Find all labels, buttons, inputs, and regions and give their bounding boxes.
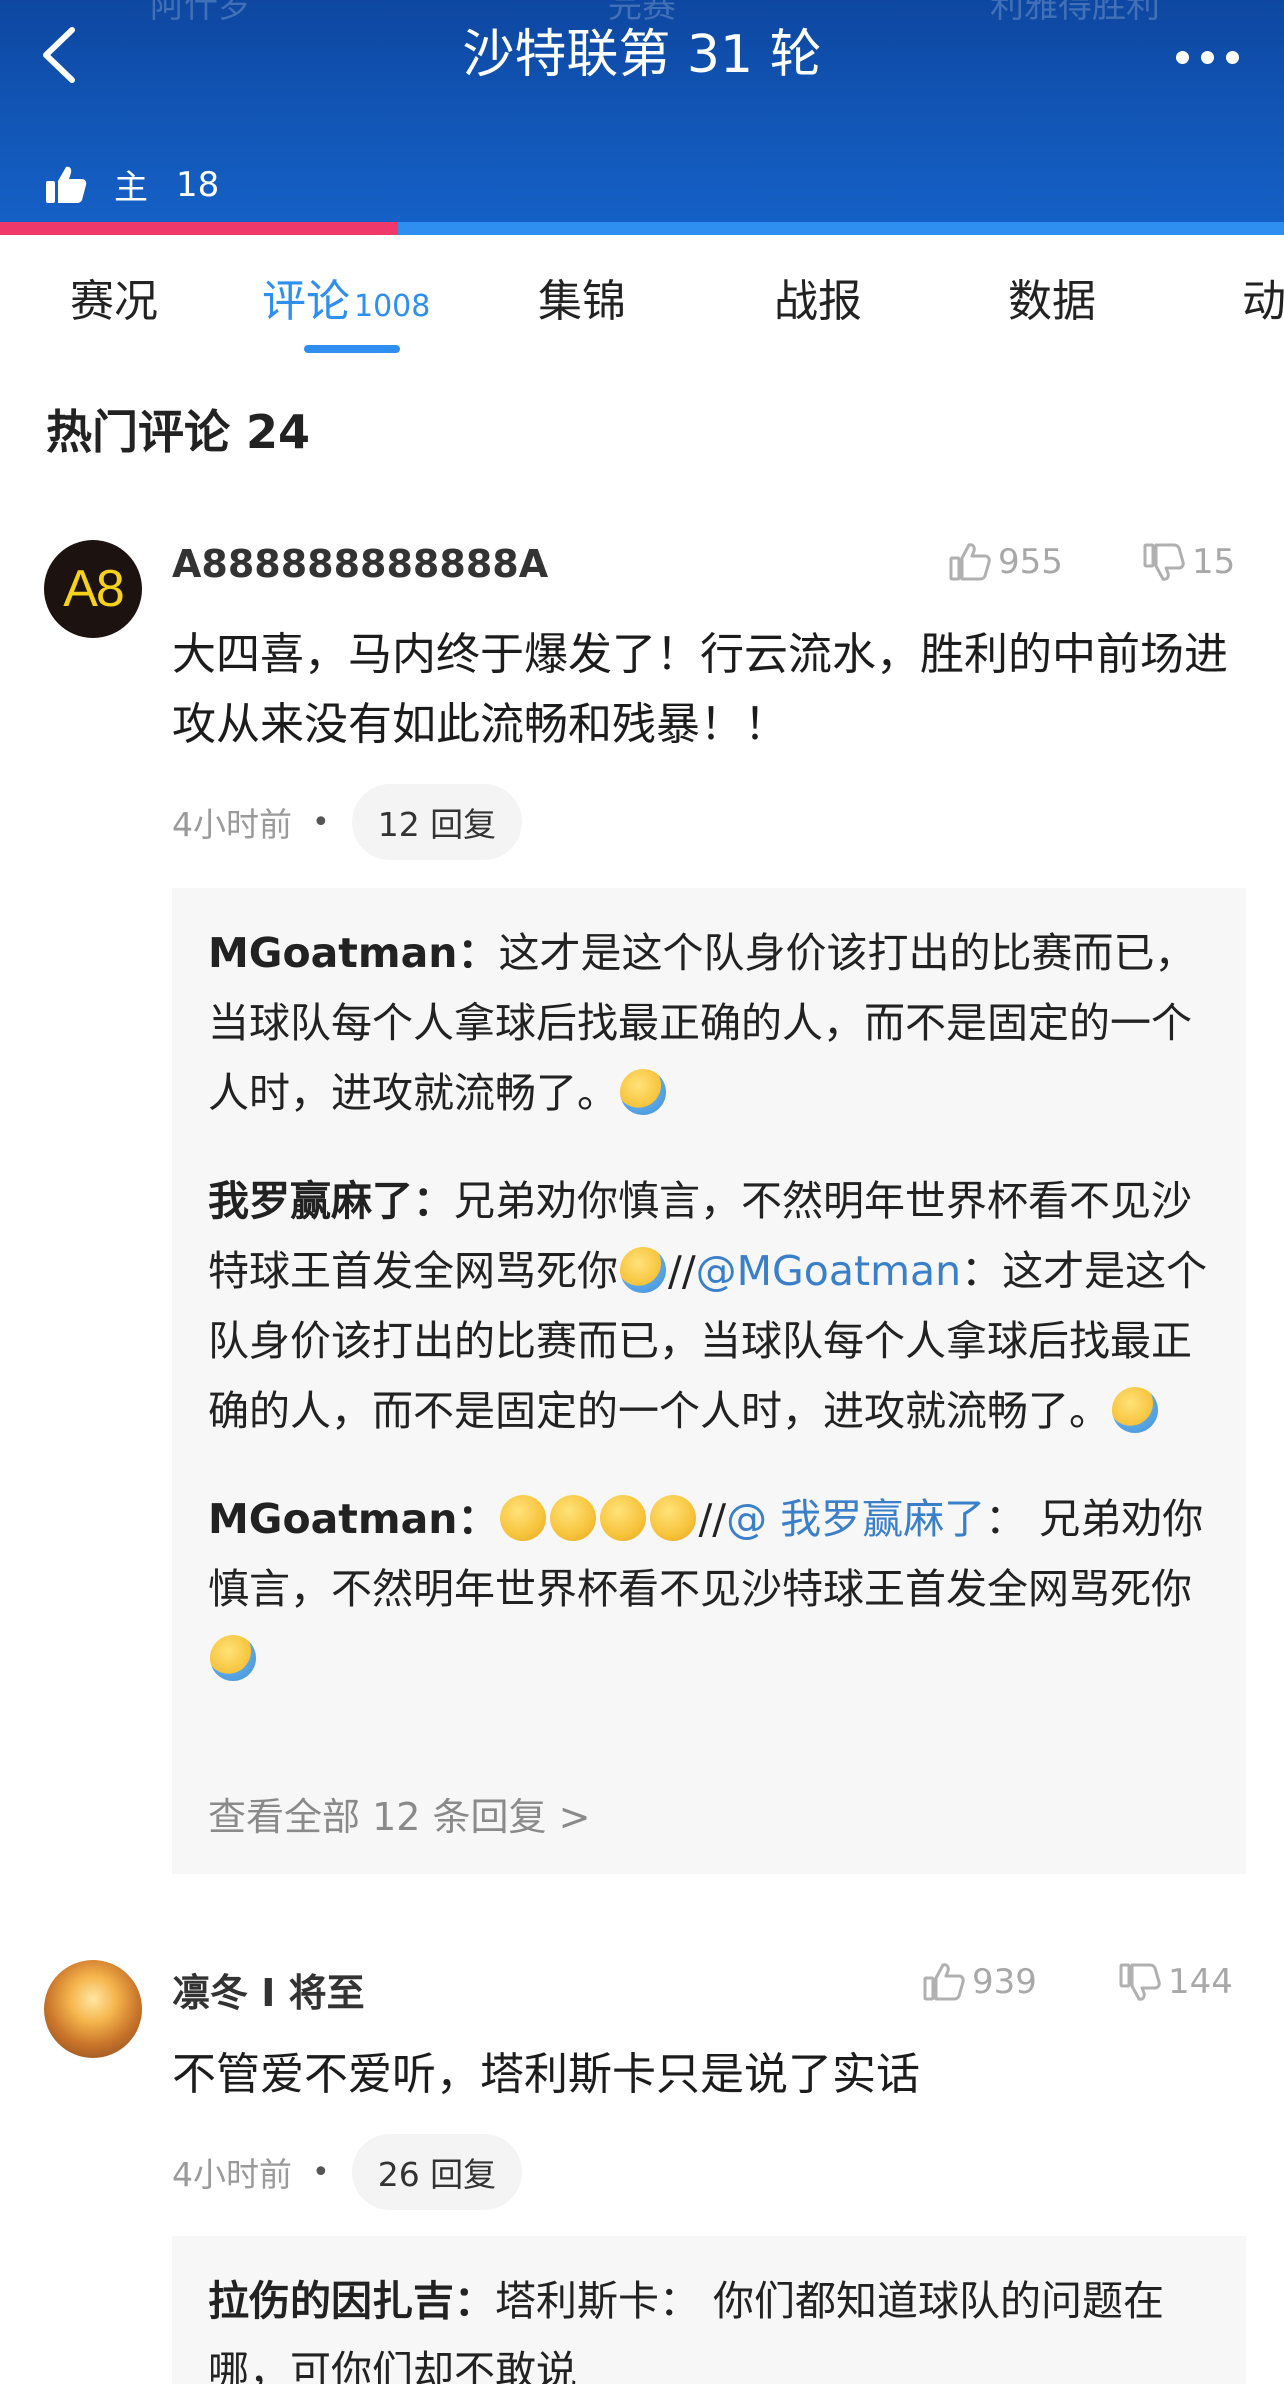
reply-item[interactable]: 拉伤的因扎吉：塔利斯卡： 你们都知道球队的问题在哪，可你们却不敢说 [208, 2266, 1218, 2384]
tab-label: 数据 [1008, 276, 1096, 327]
home-like-count: 18 [176, 164, 220, 205]
comment-meta: 4小时前 • 12 回复 [172, 784, 523, 860]
thumbs-up-icon [46, 166, 87, 203]
tab-highlights[interactable]: 集锦 [538, 265, 626, 329]
tab-news[interactable]: 动 [1242, 265, 1284, 329]
reply-mention[interactable]: @ 我罗赢麻了 [726, 1495, 985, 1543]
like-button[interactable]: 955 [948, 540, 1063, 584]
reply-username: 拉伤的因扎吉： [208, 2277, 495, 2325]
dislike-count: 144 [1168, 1962, 1233, 2002]
reply-item[interactable]: 我罗赢麻了：兄弟劝你慎言，不然明年世界杯看不见沙特球王首发全网骂死你//@MGo… [208, 1166, 1218, 1446]
home-label: 主 [114, 168, 148, 208]
thumbs-down-icon [1143, 543, 1185, 581]
reply-count-button[interactable]: 12 回复 [351, 784, 523, 860]
support-ratio-bar [0, 222, 1284, 235]
tab-label: 动 [1242, 276, 1284, 327]
tab-label: 战报 [774, 276, 862, 327]
page-title: 沙特联第 31 轮 [462, 25, 822, 85]
comment-time: 4小时前 [172, 805, 292, 844]
match-header: 阿什罗 完赛 利雅得胜利 沙特联第 31 轮 主 18 [0, 0, 1284, 222]
dislike-button[interactable]: 144 [1118, 1960, 1233, 2004]
shy-emoji-icon [210, 1635, 256, 1681]
shy-emoji-icon [620, 1069, 666, 1115]
like-count: 939 [972, 1962, 1037, 2002]
laughing-emoji-icon [550, 1495, 597, 1541]
tab-comments[interactable]: 评论 1008 [262, 265, 430, 329]
comment-username[interactable]: 凛冬 I 将至 [172, 1962, 365, 2017]
more-button[interactable] [1176, 42, 1246, 72]
reply-username: MGoatman： [208, 1495, 499, 1543]
more-dots-icon [1176, 50, 1189, 64]
reply-separator: // [668, 1247, 696, 1295]
shy-emoji-icon [1112, 1387, 1158, 1433]
more-dot [1226, 50, 1239, 64]
comment-time: 4小时前 [172, 2155, 292, 2194]
comment-text: 不管爱不爱听，塔利斯卡只是说了实话 [172, 2049, 920, 2100]
dislike-count: 15 [1192, 542, 1236, 582]
laughing-emoji-icon [600, 1495, 647, 1541]
reply-item[interactable]: MGoatman：这才是这个队身价该打出的比赛而已，当球队每个人拿球后找最正确的… [208, 918, 1218, 1128]
reply-mention[interactable]: @MGoatman [696, 1247, 961, 1295]
comment-meta: 4小时前 • 26 回复 [172, 2134, 523, 2210]
more-dot [1201, 50, 1214, 64]
avatar[interactable] [44, 1960, 142, 2058]
tab-label: 赛况 [70, 276, 158, 327]
like-count: 955 [998, 542, 1063, 582]
thumbs-up-icon [923, 1963, 965, 2001]
meta-separator: • [312, 804, 330, 840]
thumbs-down-icon [1119, 1963, 1161, 2001]
reply-username: 我罗赢麻了： [208, 1177, 454, 1225]
comment-count: 1008 [354, 289, 431, 324]
avatar-text: A8 [63, 560, 125, 618]
reply-count-button[interactable]: 26 回复 [351, 2134, 523, 2210]
thumbs-up-icon [949, 543, 991, 581]
tab-label: 集锦 [538, 276, 626, 327]
reply-separator: // [698, 1495, 727, 1543]
avatar[interactable]: A8 [44, 540, 142, 638]
comment-username[interactable]: A888888888888A [172, 542, 548, 586]
reply-item[interactable]: MGoatman：//@ 我罗赢麻了： 兄弟劝你慎言，不然明年世界杯看不见沙特球… [208, 1484, 1218, 1694]
laughing-emoji-icon [500, 1495, 547, 1541]
like-button[interactable]: 939 [922, 1960, 1037, 2004]
home-support-row[interactable]: 主 18 [44, 160, 219, 209]
meta-separator: • [312, 2154, 330, 2190]
laughing-emoji-icon [650, 1495, 697, 1541]
dislike-button[interactable]: 15 [1142, 540, 1235, 584]
tab-live[interactable]: 赛况 [70, 265, 158, 329]
reply-preview-box: MGoatman：这才是这个队身价该打出的比赛而已，当球队每个人拿球后找最正确的… [172, 888, 1246, 1874]
tab-label: 评论 [262, 276, 350, 327]
comment-text: 大四喜，马内终于爆发了！行云流水，胜利的中前场进攻从来没有如此流畅和残暴！！ [172, 629, 1228, 750]
hot-comments-title: 热门评论 24 [46, 405, 311, 459]
shy-emoji-icon [620, 1247, 666, 1293]
reply-username: MGoatman： [208, 929, 499, 977]
tab-bar: 赛况 评论 1008 集锦 战报 数据 动 [0, 235, 1284, 355]
home-ratio-fill [0, 222, 399, 235]
view-all-replies-link[interactable]: 查看全部 12 条回复 > [208, 1786, 590, 1841]
active-tab-indicator [304, 345, 400, 353]
tab-stats[interactable]: 数据 [1008, 265, 1096, 329]
tab-report[interactable]: 战报 [774, 265, 862, 329]
reply-preview-box: 拉伤的因扎吉：塔利斯卡： 你们都知道球队的问题在哪，可你们却不敢说 [172, 2236, 1246, 2384]
